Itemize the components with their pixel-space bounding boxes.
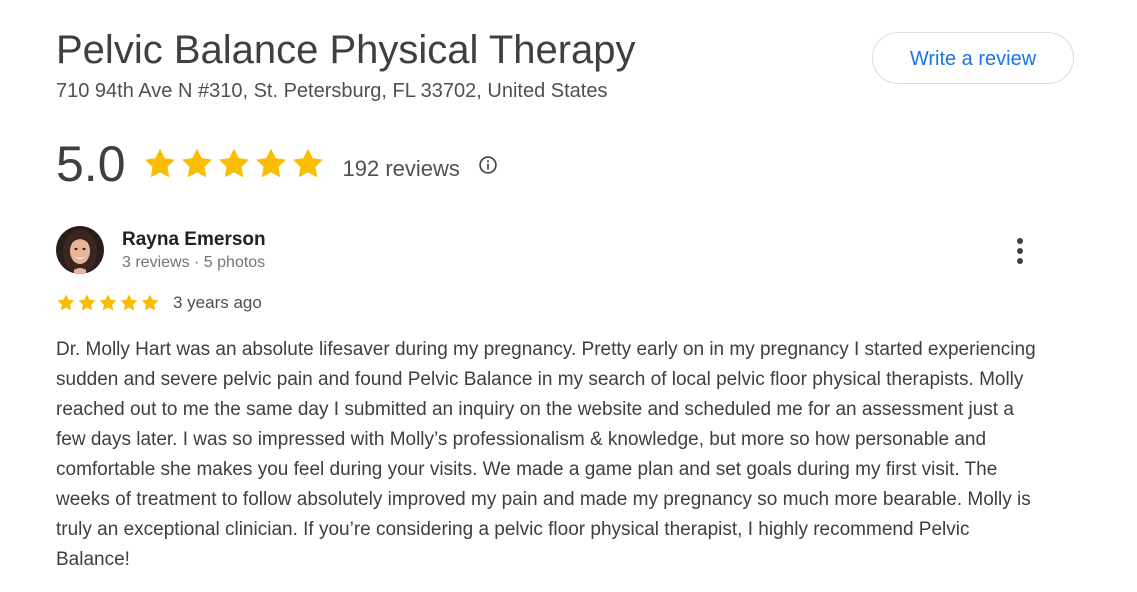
star-icon bbox=[57, 294, 75, 311]
write-review-button[interactable]: Write a review bbox=[872, 32, 1074, 84]
info-icon[interactable] bbox=[478, 155, 498, 175]
reviewer-meta: 3 reviews · 5 photos bbox=[122, 254, 266, 271]
dot bbox=[1017, 248, 1023, 254]
more-vertical-icon[interactable] bbox=[1006, 234, 1034, 268]
reviewer-name[interactable]: Rayna Emerson bbox=[122, 228, 266, 252]
review-rating: 3 years ago bbox=[56, 292, 262, 314]
business-name: Pelvic Balance Physical Therapy bbox=[56, 28, 636, 72]
review-count[interactable]: 192 reviews bbox=[343, 155, 460, 183]
star-icon bbox=[292, 148, 323, 178]
review-page: Pelvic Balance Physical Therapy 710 94th… bbox=[0, 0, 1137, 592]
review-date: 3 years ago bbox=[173, 293, 262, 312]
dot bbox=[1017, 238, 1023, 244]
star-icon bbox=[218, 148, 249, 178]
star-icon bbox=[144, 148, 175, 178]
rating-stars bbox=[142, 146, 327, 182]
star-icon bbox=[141, 294, 159, 311]
star-icon bbox=[255, 148, 286, 178]
rating-summary: 5.0 192 reviews bbox=[56, 132, 498, 196]
star-icon bbox=[78, 294, 96, 311]
rating-score: 5.0 bbox=[56, 136, 126, 192]
reviewer-avatar[interactable] bbox=[56, 226, 104, 274]
review-stars bbox=[56, 293, 161, 313]
dot bbox=[1017, 258, 1023, 264]
business-address: 710 94th Ave N #310, St. Petersburg, FL … bbox=[56, 80, 608, 102]
avatar-image bbox=[56, 226, 104, 274]
star-icon bbox=[181, 148, 212, 178]
star-icon bbox=[120, 294, 138, 311]
star-icon bbox=[99, 294, 117, 311]
review-text: Dr. Molly Hart was an absolute lifesaver… bbox=[56, 339, 1036, 570]
